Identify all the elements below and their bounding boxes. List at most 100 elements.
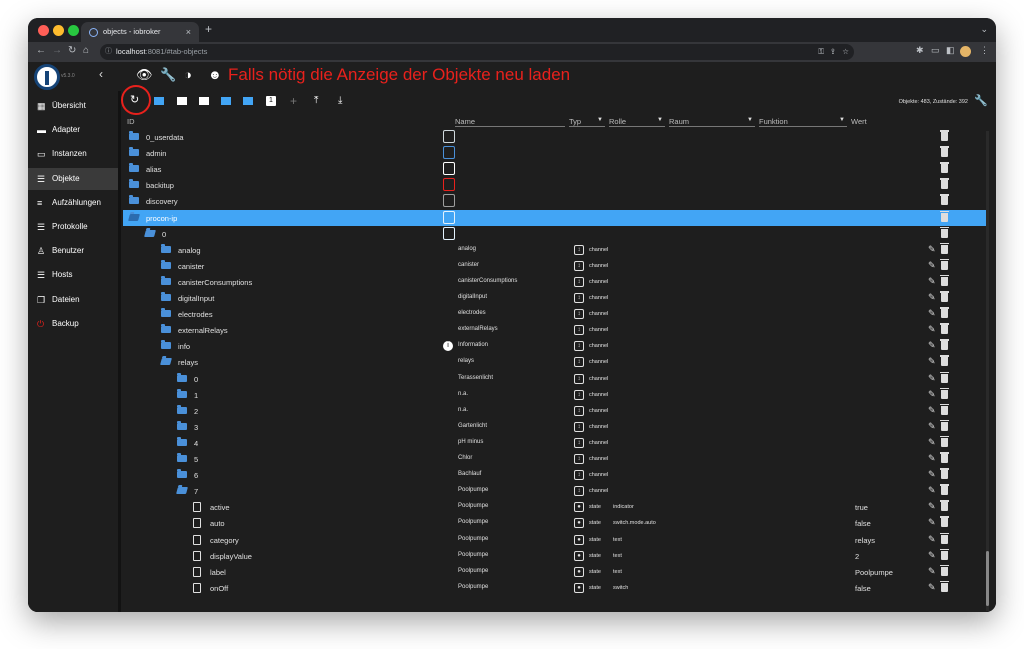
table-row[interactable]: 0: [123, 226, 988, 242]
home-icon[interactable]: ⌂: [83, 45, 89, 56]
table-row[interactable]: onOff Poolpumpe ● state switch false ✎: [123, 580, 988, 596]
edit-icon[interactable]: ✎: [928, 324, 936, 335]
row-value[interactable]: 2: [855, 552, 859, 561]
sidebar-item-2[interactable]: ▭ Instanzen: [28, 143, 118, 165]
sidebar-item-1[interactable]: ▬ Adapter: [28, 119, 118, 141]
table-row[interactable]: procon-ip: [123, 209, 988, 226]
trash-icon[interactable]: [940, 178, 949, 190]
sidebar-item-0[interactable]: ▦ Übersicht: [28, 95, 118, 117]
eye-icon[interactable]: 👁: [136, 67, 153, 83]
table-row[interactable]: discovery: [123, 193, 988, 209]
site-info-icon[interactable]: ⓘ: [105, 44, 112, 60]
folder-icon[interactable]: [129, 163, 139, 173]
edit-icon[interactable]: ✎: [928, 340, 936, 351]
folder-icon[interactable]: [177, 436, 187, 446]
folder-icon[interactable]: [161, 243, 171, 253]
close-window-button[interactable]: [38, 25, 49, 36]
trash-icon[interactable]: [940, 242, 949, 254]
trash-icon[interactable]: [940, 387, 949, 399]
trash-icon[interactable]: [940, 564, 949, 576]
table-row[interactable]: 3 Gartenlicht ↕ channel ✎: [123, 419, 988, 435]
folder-icon[interactable]: [199, 97, 209, 105]
edit-icon[interactable]: ✎: [928, 534, 936, 545]
trash-icon[interactable]: [940, 548, 949, 560]
table-row[interactable]: 7 Poolpumpe ↕ channel ✎: [123, 483, 988, 499]
refresh-icon[interactable]: ↻: [130, 93, 139, 106]
table-row[interactable]: canister canister ↕ channel ✎: [123, 258, 988, 274]
edit-icon[interactable]: ✎: [928, 260, 936, 271]
trash-icon[interactable]: [940, 323, 949, 335]
trash-icon[interactable]: [940, 194, 949, 206]
trash-icon[interactable]: [940, 210, 949, 222]
columns-icon[interactable]: [154, 97, 164, 105]
table-row[interactable]: externalRelays externalRelays ↕ channel ✎: [123, 322, 988, 338]
theme-icon[interactable]: ◑: [184, 67, 192, 82]
table-row[interactable]: 2 n.a. ↕ channel ✎: [123, 403, 988, 419]
row-value[interactable]: relays: [855, 536, 875, 545]
folder-icon[interactable]: [161, 308, 171, 318]
cast-icon[interactable]: ▭: [931, 45, 940, 56]
table-row[interactable]: digitalInput digitalInput ↕ channel ✎: [123, 290, 988, 306]
table-row[interactable]: 1 n.a. ↕ channel ✎: [123, 387, 988, 403]
table-row[interactable]: 6 Bachlauf ↕ channel ✎: [123, 467, 988, 483]
bookmark-star-icon[interactable]: ☆: [842, 44, 849, 60]
expert-mode-icon[interactable]: ☻: [208, 67, 222, 82]
folder-icon[interactable]: [161, 292, 171, 301]
sidebar-item-9[interactable]: ⏻ Backup: [28, 313, 118, 335]
edit-icon[interactable]: ✎: [928, 292, 936, 303]
folder-icon[interactable]: [161, 259, 171, 269]
folder-icon[interactable]: [177, 469, 187, 479]
add-icon[interactable]: +: [290, 94, 297, 108]
key-icon[interactable]: ⚿: [818, 44, 824, 60]
level-badge[interactable]: 1: [266, 96, 276, 106]
address-bar[interactable]: ⓘ localhost:8081/#tab-objects ⚿ ⇪ ☆: [100, 44, 854, 60]
trash-icon[interactable]: [940, 339, 949, 351]
table-row[interactable]: info i Information ↕ channel ✎: [123, 338, 988, 354]
scrollbar-thumb[interactable]: [986, 551, 989, 606]
profile-avatar[interactable]: [960, 46, 971, 57]
trash-icon[interactable]: [940, 355, 949, 367]
row-value[interactable]: false: [855, 519, 871, 528]
folder-icon[interactable]: [177, 372, 187, 382]
trash-icon[interactable]: [940, 307, 949, 319]
trash-icon[interactable]: [940, 452, 949, 463]
sidebar-item-7[interactable]: ☰ Hosts: [28, 264, 118, 286]
table-row[interactable]: 5 Chlor ↕ channel ✎: [123, 451, 988, 467]
sidebar-item-6[interactable]: ♙ Benutzer: [28, 240, 118, 262]
trash-icon[interactable]: [940, 162, 949, 174]
zoom-window-button[interactable]: [68, 25, 79, 36]
folder-open-blue-icon[interactable]: [221, 97, 231, 105]
collapse-sidebar-icon[interactable]: ‹: [99, 67, 103, 81]
trash-icon[interactable]: [940, 516, 949, 528]
folder-open-icon[interactable]: [177, 97, 187, 105]
edit-icon[interactable]: ✎: [928, 244, 936, 255]
folder-open-icon[interactable]: [160, 358, 172, 366]
edit-icon[interactable]: ✎: [928, 582, 936, 593]
minimize-window-button[interactable]: [53, 25, 64, 36]
table-row[interactable]: admin: [123, 145, 988, 161]
menu-kebab-icon[interactable]: ⋮: [980, 45, 989, 56]
row-value[interactable]: true: [855, 503, 868, 512]
forward-icon[interactable]: →: [52, 45, 62, 56]
trash-icon[interactable]: [940, 532, 949, 544]
table-row[interactable]: label Poolpumpe ● state text Poolpumpe ✎: [123, 564, 988, 580]
edit-icon[interactable]: ✎: [928, 389, 936, 400]
folder-icon[interactable]: [177, 404, 187, 414]
folder-icon[interactable]: [129, 179, 139, 189]
edit-icon[interactable]: ✎: [928, 276, 936, 287]
back-icon[interactable]: ←: [36, 45, 46, 56]
trash-icon[interactable]: [940, 146, 949, 158]
table-row[interactable]: auto Poolpumpe ● state switch.mode.auto false…: [123, 515, 988, 531]
edit-icon[interactable]: ✎: [928, 485, 936, 496]
tab-close-icon[interactable]: ×: [186, 22, 191, 42]
header-id[interactable]: ID: [127, 117, 135, 126]
trash-icon[interactable]: [940, 435, 949, 447]
folder-icon[interactable]: [161, 275, 171, 285]
sidebar-item-5[interactable]: ☰ Protokolle: [28, 216, 118, 238]
name-filter[interactable]: Name: [455, 117, 565, 127]
settings-wrench-icon[interactable]: 🔧: [974, 94, 988, 107]
function-filter[interactable]: Funktion ▼: [759, 117, 847, 127]
edit-icon[interactable]: ✎: [928, 405, 936, 416]
share-icon[interactable]: ⇪: [830, 44, 836, 60]
folder-icon[interactable]: [177, 420, 187, 430]
